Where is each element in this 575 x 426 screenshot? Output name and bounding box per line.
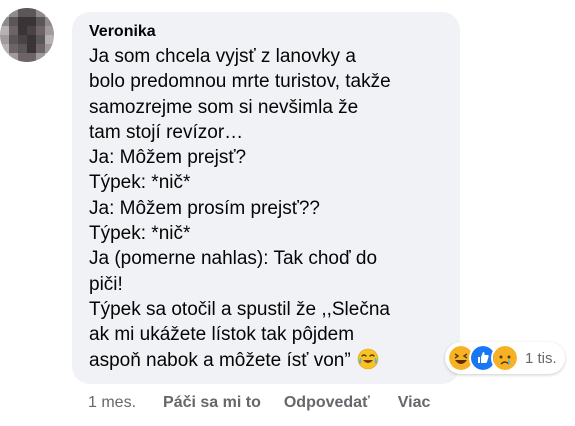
comment-author[interactable]: Veronika (89, 22, 442, 42)
comment-text: Ja som chcela vyjsť z lanovky a bolo pre… (89, 44, 442, 373)
like-button[interactable]: Páči sa mi to (163, 394, 261, 412)
reaction-count: 1 tis. (525, 349, 557, 367)
comment-body: Ja som chcela vyjsť z lanovky a bolo pre… (89, 46, 391, 371)
more-button[interactable]: Viac (398, 394, 431, 412)
crying-laughing-face-icon (357, 348, 378, 369)
reactions-summary[interactable]: 1 tis. (445, 342, 565, 374)
comment-timestamp[interactable]: 1 mes. (88, 394, 136, 412)
avatar[interactable] (0, 8, 54, 62)
reply-button[interactable]: Odpovedať (284, 394, 370, 412)
comment-actions: 1 mes. Páči sa mi to Odpovedať Viac (88, 394, 430, 412)
sad-icon (491, 344, 519, 372)
comment-bubble: Veronika Ja som chcela vyjsť z lanovky a… (72, 12, 460, 384)
